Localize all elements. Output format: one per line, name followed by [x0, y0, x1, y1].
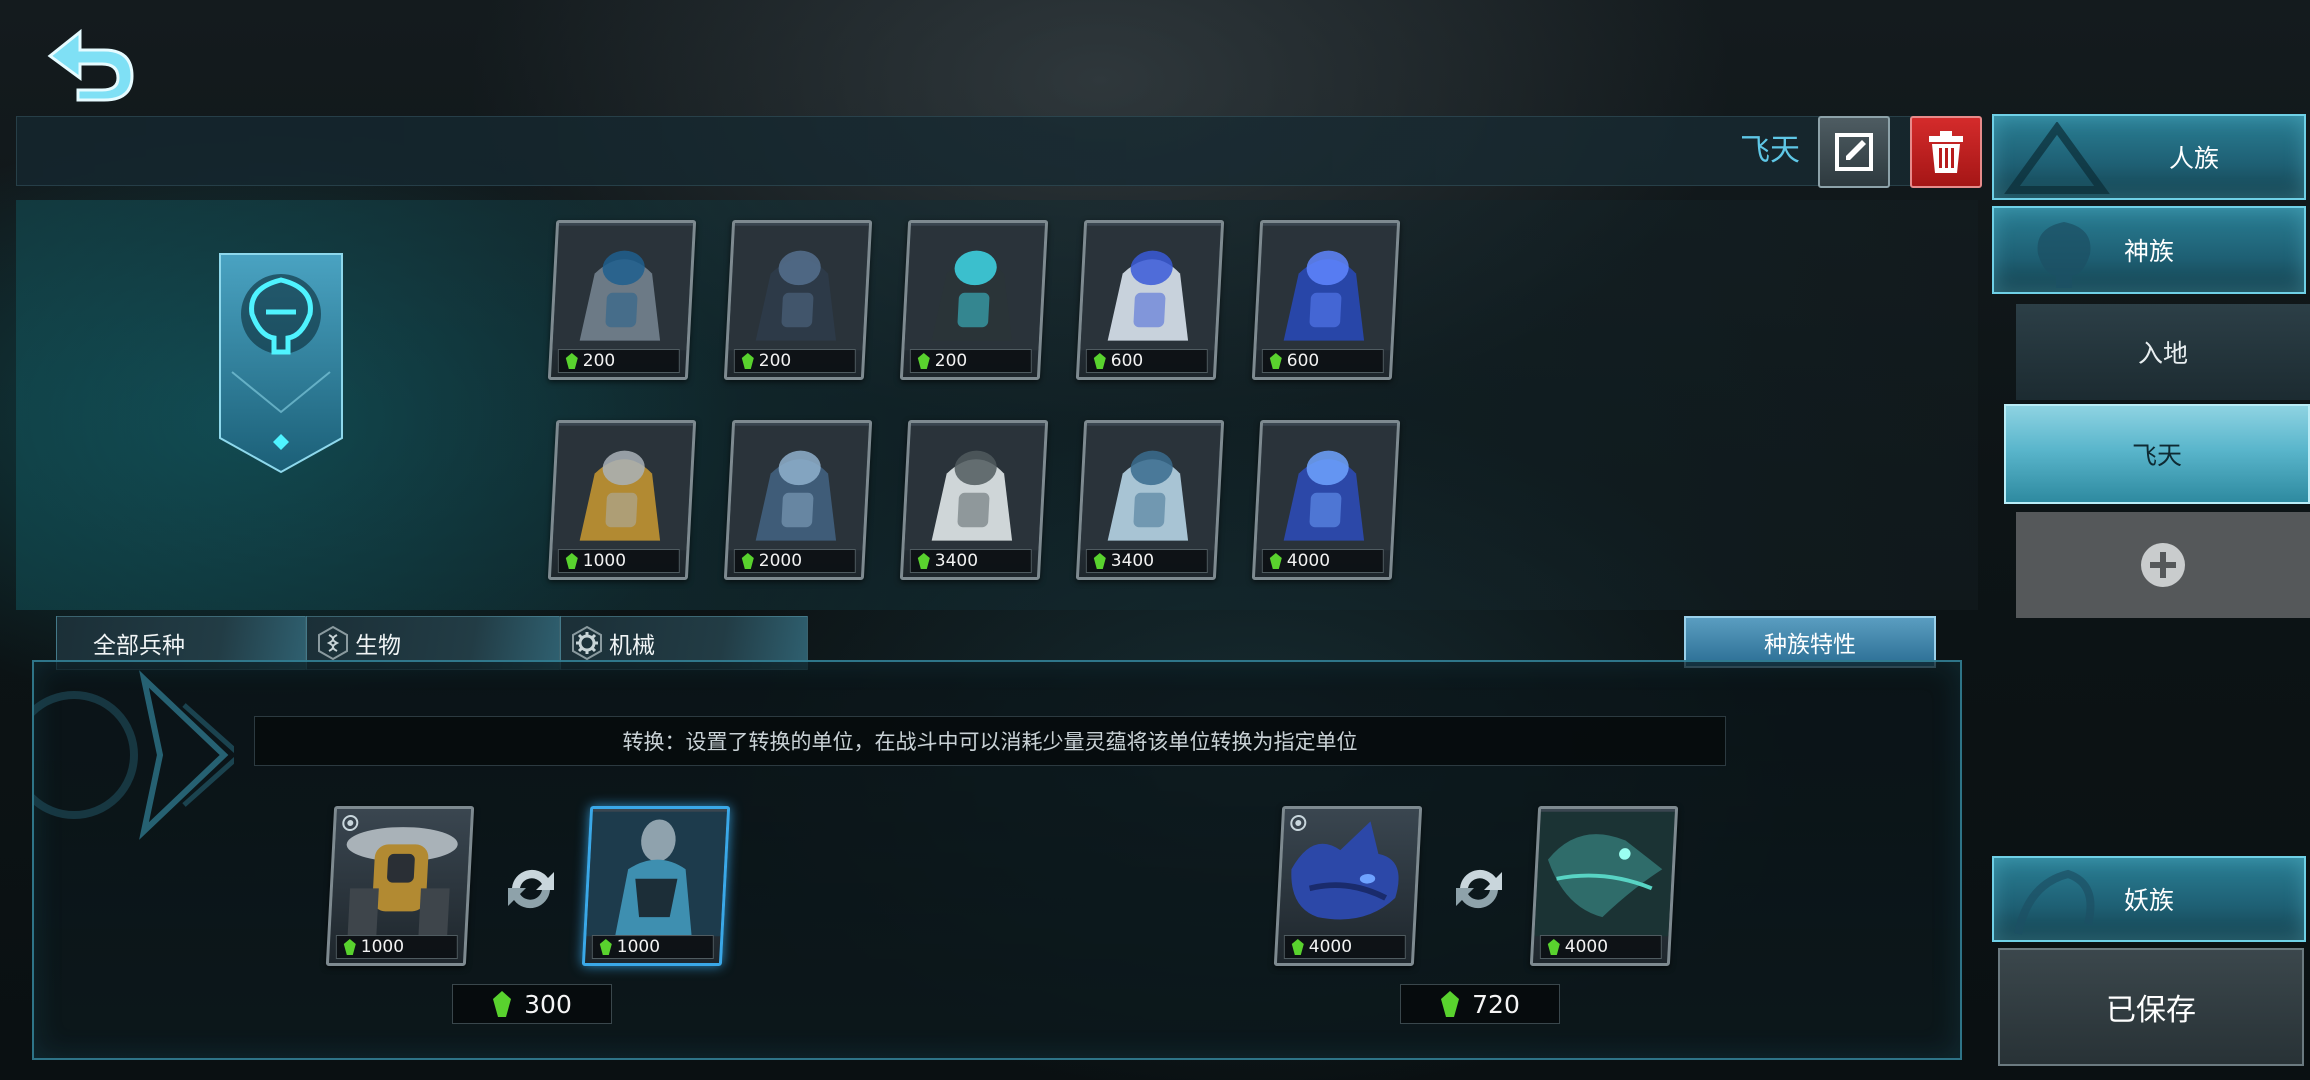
unit-card[interactable]: 2000 — [723, 420, 873, 580]
swap-button[interactable] — [1448, 858, 1510, 924]
conversion-source-card[interactable]: 1000 — [325, 806, 475, 966]
unit-card[interactable]: 1000 — [547, 420, 697, 580]
crystal-icon — [1269, 553, 1282, 569]
edit-icon — [1835, 133, 1873, 171]
crystal-icon — [493, 991, 512, 1017]
plus-icon — [2141, 543, 2185, 587]
unit-art-gold-guardian — [552, 425, 693, 551]
unit-cost: 4000 — [1308, 937, 1353, 957]
divine-race-emblem-icon — [219, 253, 343, 474]
filter-tab-bio-label: 生物 — [355, 633, 401, 659]
conversion-price-value: 300 — [524, 989, 572, 1019]
unit-art-titan-golem — [728, 425, 869, 551]
conversion-price: 720 — [1400, 984, 1560, 1024]
delete-deck-button[interactable] — [1910, 116, 1982, 188]
unit-art-blue-sentinel — [586, 811, 727, 937]
conversion-price-value: 720 — [1472, 989, 1520, 1019]
crystal-icon — [565, 553, 578, 569]
unit-cost: 3400 — [934, 551, 979, 571]
unit-art-heavy-mech — [728, 225, 869, 351]
trash-icon — [1929, 131, 1963, 173]
crystal-icon — [599, 939, 612, 955]
swap-icon — [1456, 869, 1502, 909]
unit-card[interactable]: 3400 — [899, 420, 1049, 580]
crystal-icon — [565, 353, 578, 369]
race-tab-demon-label: 妖族 — [2123, 886, 2174, 915]
unit-art-gunship-blue — [1080, 425, 1221, 551]
unit-cost: 2000 — [758, 551, 803, 571]
unit-cost: 200 — [758, 351, 792, 371]
filter-tab-all-label: 全部兵种 — [93, 633, 185, 659]
crystal-icon — [741, 353, 754, 369]
unit-card[interactable]: 200 — [723, 220, 873, 380]
swap-icon — [508, 869, 554, 909]
gear-icon — [572, 625, 602, 661]
unit-art-fighter-jet — [1080, 225, 1221, 351]
conversion-price: 300 — [452, 984, 612, 1024]
unit-art-gunship-white — [904, 425, 1045, 551]
deck-name: 飞天 — [1740, 133, 1800, 168]
race-emblem-banner — [218, 252, 344, 474]
human-race-icon — [2004, 122, 2110, 194]
unit-card[interactable]: 600 — [1075, 220, 1225, 380]
crystal-icon — [917, 353, 930, 369]
conversion-source-card[interactable]: 4000 — [1273, 806, 1423, 966]
demon-race-icon — [2014, 869, 2095, 935]
back-arrow-icon — [47, 28, 134, 102]
unit-card[interactable]: 200 — [899, 220, 1049, 380]
unit-card[interactable]: 4000 — [1251, 420, 1401, 580]
unit-cost: 4000 — [1564, 937, 1609, 957]
unit-cost: 600 — [1286, 351, 1320, 371]
unit-card[interactable]: 3400 — [1075, 420, 1225, 580]
race-tab-human-label: 人族 — [2168, 144, 2219, 173]
swap-button[interactable] — [500, 858, 562, 924]
divine-race-icon — [2037, 222, 2091, 288]
unit-cost: 1000 — [360, 937, 405, 957]
conversion-target-card[interactable]: 1000 — [581, 806, 731, 966]
add-deck-button[interactable] — [2016, 512, 2310, 618]
crystal-icon — [1093, 353, 1106, 369]
unit-art-blue-drone — [1256, 225, 1397, 351]
unit-art-leviathan — [1256, 425, 1397, 551]
unit-cost: 200 — [934, 351, 968, 371]
crystal-icon — [343, 939, 356, 955]
unit-card[interactable]: 600 — [1251, 220, 1401, 380]
unit-art-abyss-serpent — [1534, 811, 1675, 937]
unit-art-gold-guardian — [346, 827, 458, 937]
unit-art-armored-infantry — [552, 225, 693, 351]
bio-icon — [318, 625, 348, 661]
race-tab-divine-label: 神族 — [2123, 237, 2174, 266]
unit-art-leviathan — [1291, 821, 1399, 920]
crystal-icon — [917, 553, 930, 569]
save-status-button[interactable]: 已保存 — [1998, 948, 2304, 1066]
crystal-icon — [1547, 939, 1560, 955]
unit-cost: 200 — [582, 351, 616, 371]
conversion-target-card[interactable]: 4000 — [1529, 806, 1679, 966]
unit-cost: 600 — [1110, 351, 1144, 371]
crystal-icon — [1441, 991, 1460, 1017]
race-tab-demon[interactable]: 妖族 — [1992, 856, 2306, 942]
conversion-emblem-icon — [10, 665, 244, 865]
race-tab-divine[interactable]: 神族 — [1992, 206, 2306, 294]
crystal-icon — [1093, 553, 1106, 569]
deck-tab-underground[interactable]: 入地 — [2016, 304, 2310, 400]
crystal-icon — [1291, 939, 1304, 955]
back-button[interactable] — [44, 22, 144, 104]
race-tab-human[interactable]: 人族 — [1992, 114, 2306, 200]
unit-cost: 4000 — [1286, 551, 1331, 571]
edit-deck-button[interactable] — [1818, 116, 1890, 188]
unit-cost: 1000 — [582, 551, 627, 571]
crystal-icon — [1269, 353, 1282, 369]
deck-tab-flying[interactable]: 飞天 — [2004, 404, 2310, 504]
conversion-description: 转换：设置了转换的单位，在战斗中可以消耗少量灵蕴将该单位转换为指定单位 — [254, 716, 1726, 766]
unit-card[interactable]: 200 — [547, 220, 697, 380]
unit-art-cyborg-soldier — [904, 225, 1045, 351]
unit-cost: 1000 — [616, 937, 661, 957]
filter-tab-mech-label: 机械 — [609, 633, 655, 659]
unit-cost: 3400 — [1110, 551, 1155, 571]
crystal-icon — [741, 553, 754, 569]
